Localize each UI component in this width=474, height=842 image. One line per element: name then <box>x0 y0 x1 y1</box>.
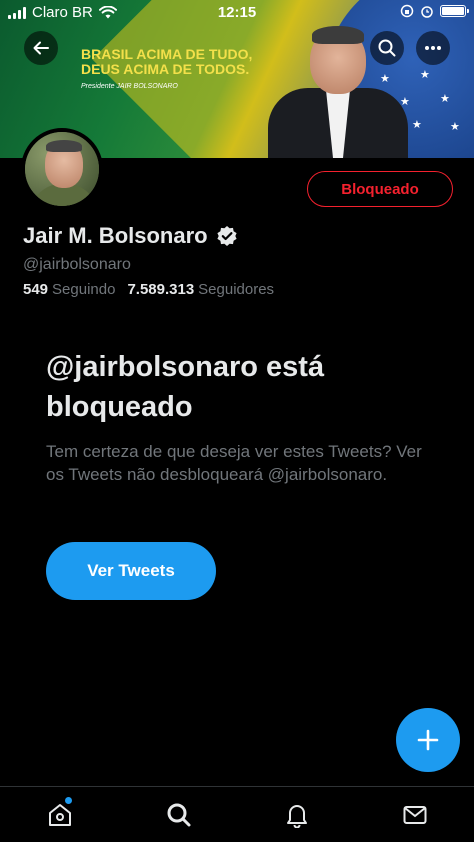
arrow-left-icon <box>33 41 49 55</box>
view-tweets-button[interactable]: Ver Tweets <box>46 542 216 600</box>
more-horizontal-icon <box>425 46 441 50</box>
bell-icon <box>287 805 307 828</box>
alarm-icon <box>421 6 433 18</box>
tab-explore[interactable] <box>165 801 193 829</box>
battery-icon <box>440 5 469 17</box>
search-button[interactable] <box>370 31 404 65</box>
blocked-title: @jairbolsonaro está bloqueado <box>46 351 325 423</box>
plus-icon <box>417 729 439 751</box>
bottom-tab-bar <box>0 786 474 842</box>
followers-link[interactable]: 7.589.313 Seguidores <box>127 281 274 298</box>
status-right <box>400 4 469 18</box>
tab-home[interactable] <box>46 797 74 829</box>
profile-handle: @jairbolsonaro <box>23 256 131 273</box>
profile-stats: 549 Seguindo 7.589.313 Seguidores <box>23 281 274 298</box>
blocked-description: Tem certeza de que deseja ver estes Twee… <box>46 442 422 484</box>
status-bar: Claro BR 12:15 <box>0 0 474 24</box>
home-icon <box>49 804 71 826</box>
search-icon <box>378 39 396 57</box>
tab-messages[interactable] <box>401 801 429 829</box>
compose-tweet-button[interactable] <box>396 708 460 772</box>
new-content-dot <box>65 797 72 804</box>
mail-icon <box>403 806 427 824</box>
search-icon <box>167 803 191 827</box>
blocked-button[interactable]: Bloqueado <box>307 171 453 207</box>
profile-name-row: Jair M. Bolsonaro <box>23 223 238 249</box>
avatar[interactable] <box>21 128 103 210</box>
verified-badge-icon <box>216 226 237 246</box>
more-button[interactable] <box>416 31 450 65</box>
back-button[interactable] <box>24 31 58 65</box>
tab-notifications[interactable] <box>283 801 311 829</box>
profile-name: Jair M. Bolsonaro <box>23 223 208 248</box>
orientation-lock-icon <box>400 4 414 18</box>
following-link[interactable]: 549 Seguindo <box>23 281 115 298</box>
banner-slogan: BRASIL ACIMA DE TUDO, DEUS ACIMA DE TODO… <box>81 46 253 91</box>
